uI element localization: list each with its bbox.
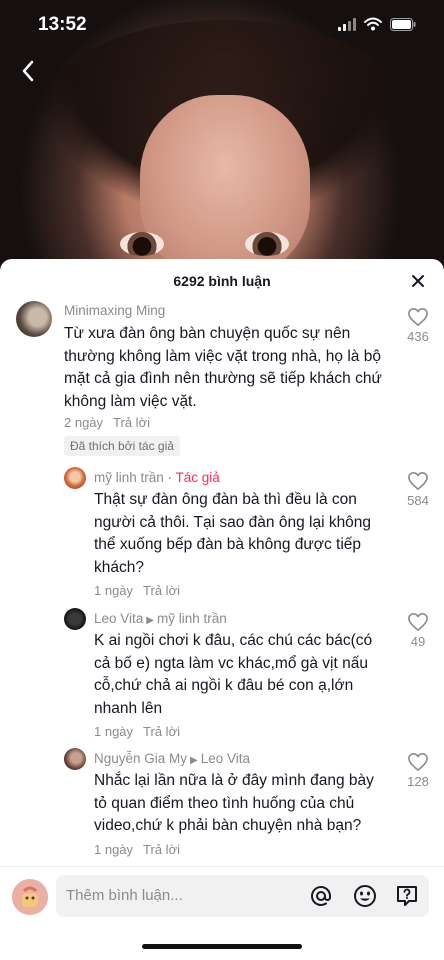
comment-text: Thật sự đàn ông đàn bà thì đều là con ng… (94, 491, 372, 576)
emoji-icon (354, 885, 376, 907)
comment-time: 1 ngày (94, 724, 134, 739)
comment-meta: 1 ngày Trả lời (94, 724, 180, 739)
like-count: 128 (407, 774, 429, 789)
comment-input-bar: Thêm bình luận... (0, 866, 444, 926)
avatar[interactable] (64, 467, 86, 489)
comment-author[interactable]: Nguyễn Gia My ▶ Leo Vita (94, 751, 250, 766)
comment-text: K ai ngồi chơi k đâu, các chú các bác(có… (94, 632, 373, 717)
avatar-image (12, 879, 48, 915)
question-button[interactable] (394, 883, 420, 909)
avatar[interactable] (16, 301, 52, 337)
heart-icon (408, 308, 428, 326)
heart-icon (408, 753, 428, 771)
close-icon (412, 275, 424, 287)
question-icon (397, 886, 417, 906)
comment-meta: 1 ngày Trả lời (94, 583, 180, 598)
liked-by-creator-badge: Đã thích bởi tác giả (64, 436, 180, 456)
creator-tag: · Tác giả (163, 470, 220, 485)
reply-to-name: Leo Vita (200, 751, 251, 766)
comment-author-name: Nguyễn Gia My (94, 751, 188, 766)
like-button[interactable]: 128 (398, 752, 438, 789)
comment-input-placeholder: Thêm bình luận... (66, 887, 183, 904)
comment-author[interactable]: mỹ linh trần · Tác giả (94, 470, 220, 485)
reply-button[interactable]: Trả lời (113, 415, 150, 430)
reply-button[interactable]: Trả lời (143, 583, 180, 598)
comment-text: Từ xưa đàn ông bàn chuyện quốc sự nên th… (64, 325, 382, 410)
battery-icon (390, 17, 416, 31)
avatar[interactable] (64, 748, 86, 770)
reply-to-name: mỹ linh trần (157, 611, 227, 626)
heart-icon (408, 472, 428, 490)
emoji-button[interactable] (352, 883, 378, 909)
comment-time: 1 ngày (94, 842, 134, 857)
reply-arrow-icon: ▶ (146, 615, 154, 626)
like-button[interactable]: 436 (398, 307, 438, 344)
comment-meta: 2 ngày Trả lời (64, 415, 150, 430)
like-button[interactable]: 584 (398, 471, 438, 508)
at-icon (311, 886, 331, 906)
heart-icon (408, 613, 428, 631)
avatar[interactable] (64, 608, 86, 630)
comment-author-name: mỹ linh trần (94, 470, 164, 485)
like-button[interactable]: 49 (398, 612, 438, 649)
status-icons (338, 17, 416, 31)
signal-icon (338, 17, 356, 31)
reply-button[interactable]: Trả lời (143, 724, 180, 739)
like-count: 584 (407, 493, 429, 508)
comment-text: Nhắc lại lần nữa là ở đây mình đang bày … (94, 772, 374, 834)
like-count: 436 (407, 329, 429, 344)
comment-time: 2 ngày (64, 415, 104, 430)
comment-author-name: Leo Vita (94, 611, 144, 626)
comment-input[interactable]: Thêm bình luận... (56, 875, 429, 917)
close-button[interactable] (408, 271, 428, 291)
like-count: 49 (410, 634, 426, 649)
my-avatar (12, 879, 48, 915)
back-button[interactable] (14, 56, 44, 86)
status-time: 13:52 (38, 14, 87, 35)
sheet-header: 6292 bình luận (0, 259, 444, 303)
video-eye-right (245, 232, 289, 256)
wifi-icon (364, 17, 382, 31)
comments-sheet: 6292 bình luận Minimaxing Ming Từ xưa đà… (0, 259, 444, 960)
video-eye-left (120, 232, 164, 256)
comment-time: 1 ngày (94, 583, 134, 598)
comment-author[interactable]: Leo Vita ▶ mỹ linh trần (94, 611, 227, 626)
status-bar: 13:52 (0, 0, 444, 48)
mention-button[interactable] (308, 883, 334, 909)
home-indicator (142, 944, 302, 949)
reply-button[interactable]: Trả lời (143, 842, 180, 857)
back-icon (22, 60, 34, 82)
comment-meta: 1 ngày Trả lời (94, 842, 180, 857)
comment-author[interactable]: Minimaxing Ming (64, 303, 165, 318)
comment-count-title: 6292 bình luận (173, 273, 271, 289)
reply-arrow-icon: ▶ (190, 755, 198, 766)
